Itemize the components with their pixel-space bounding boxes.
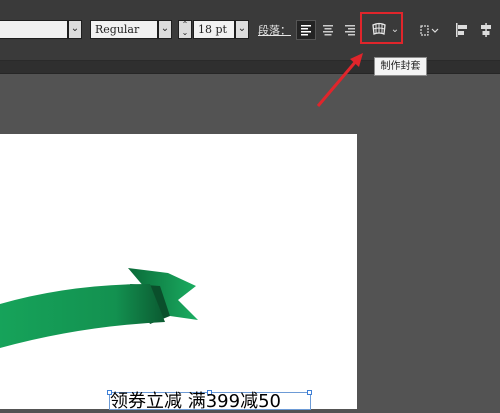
ribbon-graphic[interactable] — [0, 134, 357, 409]
promo-text[interactable]: 领券立减 满399减50 — [110, 391, 281, 413]
selection-handle[interactable] — [307, 390, 312, 395]
artboard[interactable] — [0, 134, 357, 409]
